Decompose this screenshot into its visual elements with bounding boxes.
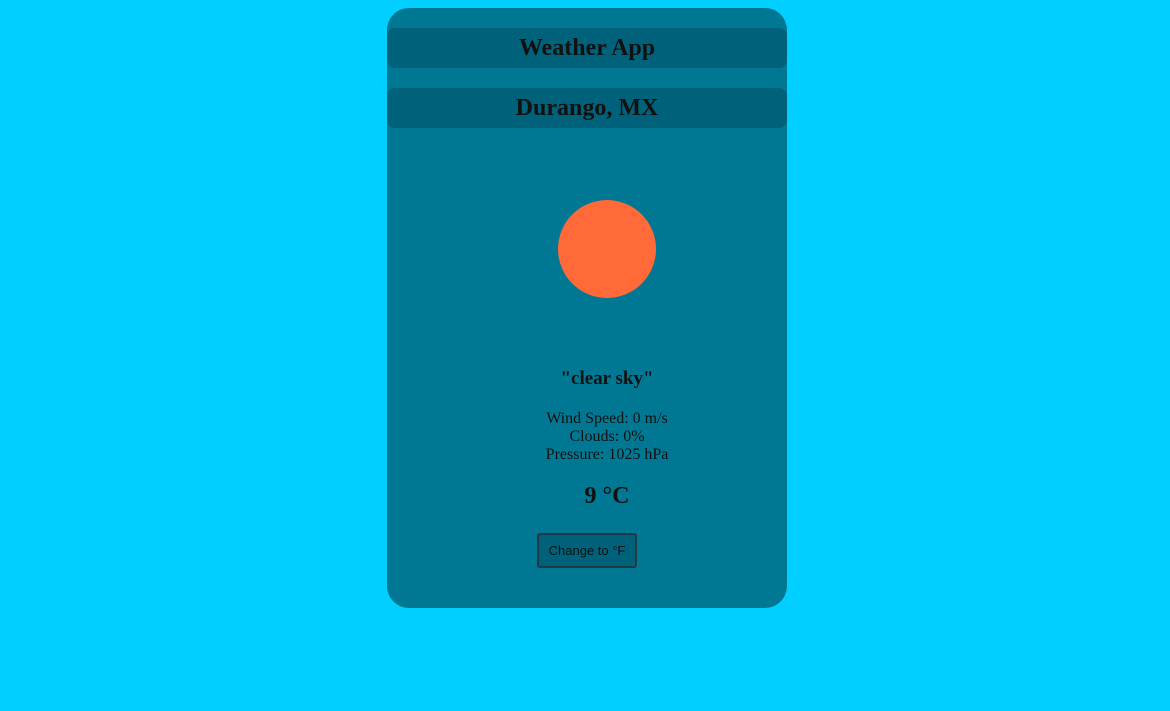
app-title: Weather App	[387, 28, 787, 68]
wind-speed: Wind Speed: 0 m/s	[546, 410, 668, 427]
unit-toggle-button[interactable]: Change to °F	[537, 533, 637, 568]
sun-icon	[558, 200, 656, 298]
weather-card: Weather App Durango, MX "clear sky" Wind…	[387, 8, 787, 608]
temperature: 9 °C	[584, 483, 630, 509]
weather-details: Wind Speed: 0 m/s Clouds: 0% Pressure: 1…	[507, 410, 707, 464]
weather-description: "clear sky"	[560, 368, 654, 389]
clouds: Clouds: 0%	[569, 428, 645, 445]
city-name: Durango, MX	[387, 88, 787, 128]
pressure: Pressure: 1025 hPa	[545, 446, 669, 463]
